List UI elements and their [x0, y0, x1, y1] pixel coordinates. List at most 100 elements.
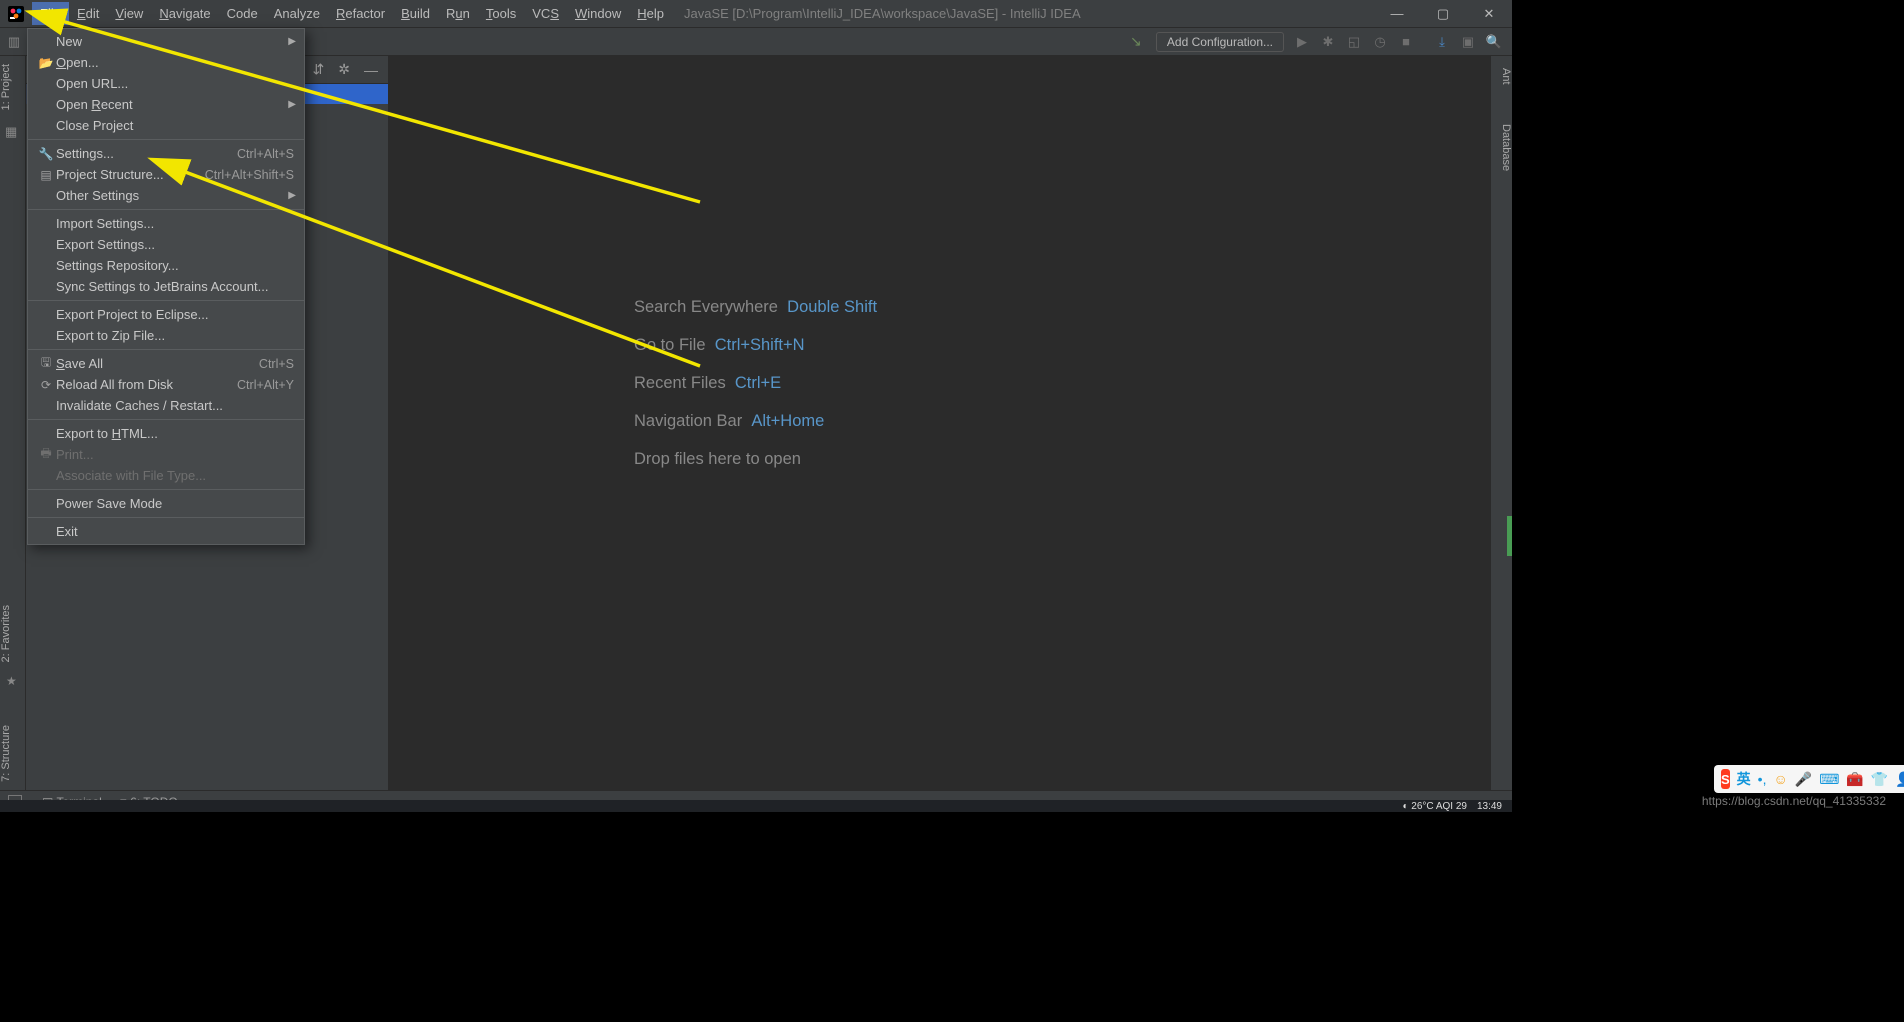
menu-item-label: Invalidate Caches / Restart... — [56, 398, 294, 413]
menu-help[interactable]: Help — [629, 2, 672, 25]
file-menu-open[interactable]: 📂Open... — [28, 52, 304, 73]
menu-edit[interactable]: Edit — [69, 2, 107, 25]
folder-icon[interactable]: ▦ — [5, 124, 17, 140]
menu-item-label: Save All — [56, 356, 259, 371]
taskbar-app-intellij[interactable] — [384, 800, 432, 812]
menu-navigate[interactable]: Navigate — [151, 2, 218, 25]
menu-run[interactable]: Run — [438, 2, 478, 25]
star-icon: ★ — [6, 674, 17, 688]
menu-item-label: Export to Zip File... — [56, 328, 294, 343]
file-menu-open-recent[interactable]: Open Recent▶ — [28, 94, 304, 115]
close-button[interactable]: ✕ — [1466, 0, 1512, 28]
tool-tab-favorites[interactable]: 2: Favorites — [0, 597, 25, 670]
taskbar-app-explorer[interactable] — [192, 800, 240, 812]
file-menu-power-save-mode[interactable]: Power Save Mode — [28, 493, 304, 514]
update-project-icon[interactable]: ⤓ — [1430, 34, 1454, 50]
tool-tab-database[interactable]: Database — [1491, 116, 1512, 179]
file-menu-invalidate-caches-restart[interactable]: Invalidate Caches / Restart... — [28, 395, 304, 416]
stop-icon[interactable]: ■ — [1394, 34, 1418, 49]
minimize-button[interactable]: ― — [1374, 0, 1420, 28]
taskbar-app-chrome[interactable] — [288, 800, 336, 812]
file-menu-associate-with-file-type: Associate with File Type... — [28, 465, 304, 486]
run-icon[interactable]: ▶ — [1290, 34, 1314, 50]
tool-tab-project[interactable]: 1: Project — [0, 56, 25, 118]
reload-icon: ⟳ — [36, 378, 56, 392]
file-menu-export-project-to-eclipse[interactable]: Export Project to Eclipse... — [28, 304, 304, 325]
menu-item-label: Close Project — [56, 118, 294, 133]
file-menu-open-url[interactable]: Open URL... — [28, 73, 304, 94]
build-hammer-icon[interactable]: ↘ — [1122, 33, 1150, 50]
file-menu-other-settings[interactable]: Other Settings▶ — [28, 185, 304, 206]
file-menu-export-to-html[interactable]: Export to HTML... — [28, 423, 304, 444]
ime-user-icon[interactable]: 👤 — [1895, 771, 1904, 788]
taskbar-taskview[interactable] — [96, 800, 144, 812]
file-menu-close-project[interactable]: Close Project — [28, 115, 304, 136]
tray-weather[interactable]: ◐ 26°C AQI 29 — [1402, 801, 1467, 812]
file-menu-settings[interactable]: 🔧Settings...Ctrl+Alt+S — [28, 143, 304, 164]
menu-analyze[interactable]: Analyze — [266, 2, 328, 25]
file-menu-export-to-zip-file[interactable]: Export to Zip File... — [28, 325, 304, 346]
file-menu-exit[interactable]: Exit — [28, 521, 304, 542]
file-menu-reload-all-from-disk[interactable]: ⟳Reload All from DiskCtrl+Alt+Y — [28, 374, 304, 395]
expand-icon[interactable]: ⇵ — [313, 61, 325, 78]
start-button[interactable] — [0, 800, 48, 812]
menu-item-label: Open... — [56, 55, 294, 70]
menu-item-label: Print... — [56, 447, 294, 462]
menu-item-shortcut: Ctrl+Alt+Shift+S — [205, 168, 294, 182]
menu-item-label: Import Settings... — [56, 216, 294, 231]
taskbar-app-copilot[interactable] — [144, 800, 192, 812]
menu-code[interactable]: Code — [219, 2, 266, 25]
structure-icon: ▤ — [36, 168, 56, 182]
file-menu-project-structure[interactable]: ▤Project Structure...Ctrl+Alt+Shift+S — [28, 164, 304, 185]
ime-toolbar[interactable]: S 英 •, ☺ 🎤 ⌨ 🧰 👕 👤 — [1714, 765, 1904, 793]
ime-punct-icon[interactable]: •, — [1758, 771, 1767, 787]
menu-item-label: Export Settings... — [56, 237, 294, 252]
commit-icon[interactable]: ▣ — [1456, 34, 1480, 50]
file-menu-export-settings[interactable]: Export Settings... — [28, 234, 304, 255]
tray-clock[interactable]: 13:49 — [1477, 801, 1502, 812]
menu-refactor[interactable]: Refactor — [328, 2, 393, 25]
menu-tools[interactable]: Tools — [478, 2, 524, 25]
windows-taskbar[interactable]: ◐ 26°C AQI 29 13:49 — [0, 800, 1512, 812]
add-configuration-button[interactable]: Add Configuration... — [1156, 32, 1284, 52]
ime-toolbox-icon[interactable]: 🧰 — [1846, 771, 1863, 788]
file-menu-sync-settings-to-jetbrains-account[interactable]: Sync Settings to JetBrains Account... — [28, 276, 304, 297]
menu-view[interactable]: View — [107, 2, 151, 25]
taskbar-app-mail[interactable] — [240, 800, 288, 812]
menu-build[interactable]: Build — [393, 2, 438, 25]
menu-vcs[interactable]: VCS — [524, 2, 567, 25]
ime-mic-icon[interactable]: 🎤 — [1795, 771, 1812, 788]
file-menu-save-all[interactable]: 🖫Save AllCtrl+S — [28, 353, 304, 374]
editor-hint: Navigation Bar Alt+Home — [634, 402, 877, 440]
hide-icon[interactable]: — — [364, 62, 378, 78]
file-menu-import-settings[interactable]: Import Settings... — [28, 213, 304, 234]
file-menu-settings-repository[interactable]: Settings Repository... — [28, 255, 304, 276]
tool-tab-structure[interactable]: 7: Structure — [0, 717, 25, 790]
debug-icon[interactable]: ✱ — [1316, 34, 1340, 50]
menu-item-label: Associate with File Type... — [56, 468, 294, 483]
menu-window[interactable]: Window — [567, 2, 629, 25]
maximize-button[interactable]: ▢ — [1420, 0, 1466, 28]
taskbar-search[interactable] — [48, 800, 96, 812]
coverage-icon[interactable]: ◱ — [1342, 34, 1366, 50]
menu-item-label: Sync Settings to JetBrains Account... — [56, 279, 294, 294]
taskbar-app-edge[interactable] — [336, 800, 384, 812]
submenu-arrow-icon: ▶ — [288, 36, 296, 47]
menu-item-label: Other Settings — [56, 188, 294, 203]
wrench-icon: 🔧 — [36, 147, 56, 161]
sogou-logo-icon[interactable]: S — [1721, 769, 1730, 789]
ime-skin-icon[interactable]: 👕 — [1871, 771, 1888, 788]
menu-item-label: Reload All from Disk — [56, 377, 237, 392]
project-view-toggle-icon[interactable]: ▥ — [0, 28, 28, 56]
search-everywhere-icon[interactable]: 🔍 — [1482, 34, 1506, 50]
ime-emoji-icon[interactable]: ☺ — [1773, 771, 1787, 787]
menu-item-shortcut: Ctrl+S — [259, 357, 294, 371]
ime-language[interactable]: 英 — [1737, 769, 1751, 789]
menu-file[interactable]: File — [32, 2, 69, 25]
menu-item-label: Export Project to Eclipse... — [56, 307, 294, 322]
file-menu-new[interactable]: New▶ — [28, 31, 304, 52]
gear-icon[interactable]: ✲ — [338, 61, 350, 78]
tool-tab-ant[interactable]: Ant — [1491, 60, 1512, 93]
ime-keyboard-icon[interactable]: ⌨ — [1819, 771, 1839, 788]
profile-icon[interactable]: ◷ — [1368, 34, 1392, 50]
